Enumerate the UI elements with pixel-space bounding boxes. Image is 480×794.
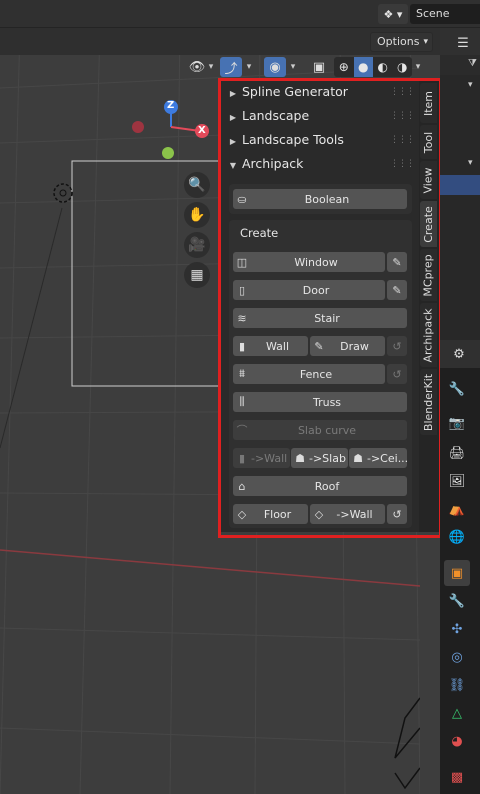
output-properties-icon[interactable]: 🖨 [444, 440, 470, 466]
perspective-grid-icon[interactable]: ▦ [184, 262, 210, 288]
outliner-row-selected[interactable] [440, 175, 480, 195]
highlight-frame [218, 78, 442, 538]
gizmo-x-label: X [198, 125, 206, 136]
object-data-properties-icon[interactable]: △ [444, 700, 470, 726]
overlay-toggle-icon[interactable]: ◉ [264, 57, 286, 77]
scene-properties-icon[interactable]: ⛺ [444, 496, 470, 522]
chevron-down-icon: ▾ [423, 37, 428, 47]
xray-toggle-icon[interactable]: ▣ [308, 57, 330, 77]
chevron-down-icon[interactable]: ▾ [205, 57, 217, 77]
scene-icon: ❖ ▾ [383, 7, 403, 21]
chevron-down-icon[interactable]: ▾ [243, 57, 255, 77]
view-layer-properties-icon[interactable]: 🖼 [444, 468, 470, 494]
texture-properties-icon[interactable]: ▩ [444, 764, 470, 790]
constraints-properties-icon[interactable]: ⛓ [444, 672, 470, 698]
world-properties-icon[interactable]: 🌐 [444, 524, 470, 550]
physics-properties-icon[interactable]: ◎ [444, 644, 470, 670]
material-properties-icon[interactable]: ◕ [444, 728, 470, 754]
outliner-row[interactable]: ▾ [440, 155, 480, 175]
outliner-row[interactable]: ▾ [440, 77, 480, 97]
scene-name-field[interactable]: Scene [410, 4, 480, 24]
outliner-row[interactable]: ⧩ [440, 55, 480, 75]
properties-editor-type-icon[interactable]: ⚙ [448, 344, 470, 364]
wireframe-shading-icon[interactable]: ⊕ [334, 57, 354, 77]
scene-selector-button[interactable]: ❖ ▾ [378, 4, 408, 24]
pan-hand-icon[interactable]: ✋ [184, 202, 210, 228]
options-dropdown[interactable]: Options ▾ [370, 32, 433, 52]
camera-icon[interactable]: 🎥 [184, 232, 210, 258]
gizmo-toggle-icon[interactable]: ⤴ [220, 57, 242, 77]
shading-mode-group: ⊕ ● ◐ ◑ [334, 57, 412, 77]
outliner-editor-type-icon[interactable]: ☰ [452, 33, 474, 53]
modifier-properties-icon[interactable]: 🔧 [444, 588, 470, 614]
rendered-shading-icon[interactable]: ◑ [393, 57, 413, 77]
chevron-down-icon: ▾ [468, 80, 473, 90]
material-shading-icon[interactable]: ◐ [373, 57, 393, 77]
chevron-down-icon[interactable]: ▾ [412, 57, 424, 77]
chevron-down-icon: ▾ [468, 158, 473, 168]
zoom-icon[interactable]: 🔍 [184, 172, 210, 198]
tool-properties-icon[interactable]: 🔧 [444, 376, 470, 402]
filter-icon: ⧩ [468, 58, 477, 69]
solid-shading-icon[interactable]: ● [353, 57, 373, 77]
object-properties-icon[interactable]: ▣ [444, 560, 470, 586]
chevron-down-icon[interactable]: ▾ [287, 57, 299, 77]
particles-properties-icon[interactable]: ✣ [444, 616, 470, 642]
top-bar [0, 0, 480, 28]
render-properties-icon[interactable]: 📷 [444, 410, 470, 436]
gizmo-z-label: Z [167, 100, 175, 111]
